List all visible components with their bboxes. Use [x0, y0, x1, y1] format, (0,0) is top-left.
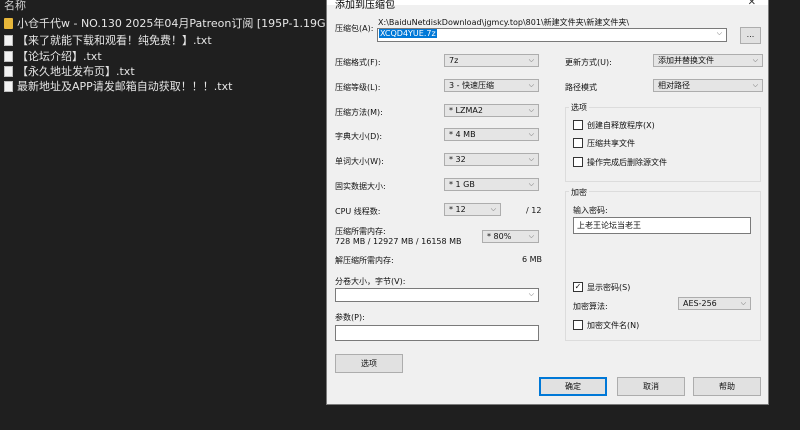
browse-button[interactable]: ...: [740, 27, 761, 44]
add-to-archive-dialog: 添加到压缩包 ✕ 压缩包(A): X:\BaiduNetdiskDownload…: [326, 0, 769, 405]
delete-after-label: 操作完成后删除源文件: [587, 158, 667, 167]
solid-value: * 1 GB: [449, 180, 475, 189]
chevron-down-icon: ⌵: [752, 56, 758, 64]
chevron-down-icon: ⌵: [528, 130, 534, 138]
solid-label: 固实数据大小:: [335, 182, 386, 191]
chevron-down-icon: ⌵: [490, 205, 496, 213]
mem-select[interactable]: * 80% ⌵: [482, 230, 539, 243]
word-select[interactable]: * 32 ⌵: [444, 153, 539, 166]
update-label: 更新方式(U):: [565, 58, 612, 67]
options-button[interactable]: 选项: [335, 354, 403, 373]
archive-label: 压缩包(A):: [335, 24, 374, 33]
list-item[interactable]: 【论坛介绍】.txt: [4, 48, 102, 64]
name-column-header[interactable]: 名称: [4, 0, 26, 13]
encrypt-names-checkbox[interactable]: [573, 320, 583, 330]
options-group-title: 选项: [569, 102, 589, 113]
list-item-label: 【论坛介绍】.txt: [17, 50, 102, 63]
chevron-down-icon: ⌵: [528, 180, 534, 188]
list-item-label: 最新地址及APP请发邮箱自动获取！！！.txt: [17, 80, 233, 93]
word-label: 单词大小(W):: [335, 157, 384, 166]
text-file-icon: [4, 65, 13, 77]
list-item-label: 【来了就能下载和观看！纯免费！】.txt: [17, 34, 212, 47]
archive-name-input[interactable]: XCQD4YUE.7z ⌵: [377, 28, 727, 42]
mem-detail: 728 MB / 12927 MB / 16158 MB: [335, 237, 462, 246]
list-item-label: 小仓千代w - NO.130 2025年04月Patreon订阅 [195P-1…: [17, 17, 338, 30]
chevron-down-icon[interactable]: ⌵: [717, 29, 722, 38]
text-file-icon: [4, 34, 13, 46]
chevron-down-icon: ⌵: [528, 155, 534, 163]
solid-select[interactable]: * 1 GB ⌵: [444, 178, 539, 191]
chevron-down-icon: ⌵: [752, 81, 758, 89]
close-icon[interactable]: ✕: [748, 0, 756, 8]
threads-value: * 12: [449, 205, 466, 214]
enc-method-label: 加密算法:: [573, 302, 608, 311]
chevron-down-icon: ⌵: [528, 106, 534, 114]
enc-method-select[interactable]: AES-256 ⌵: [678, 297, 751, 310]
method-value: * LZMA2: [449, 106, 483, 115]
update-select[interactable]: 添加并替换文件 ⌵: [653, 54, 763, 67]
split-label: 分卷大小，字节(V):: [335, 277, 406, 286]
params-input[interactable]: [335, 325, 539, 341]
password-value: 上老王论坛当老王: [577, 221, 641, 230]
dialog-title: 添加到压缩包: [335, 0, 395, 11]
mem-value: * 80%: [487, 232, 512, 241]
decomp-value: 6 MB: [522, 255, 543, 264]
list-item[interactable]: 【来了就能下载和观看！纯免费！】.txt: [4, 32, 212, 48]
delete-after-checkbox[interactable]: [573, 157, 583, 167]
text-file-icon: [4, 50, 13, 62]
chevron-down-icon: ⌵: [528, 232, 534, 240]
sfx-label: 创建自释放程序(X): [587, 121, 655, 130]
threads-max: / 12: [526, 206, 542, 215]
split-size-input[interactable]: ⌵: [335, 288, 539, 302]
format-value: 7z: [449, 56, 459, 65]
list-item[interactable]: 【永久地址发布页】.txt: [4, 63, 135, 79]
update-value: 添加并替换文件: [658, 56, 714, 65]
password-label: 输入密码:: [573, 206, 608, 215]
encrypt-names-label: 加密文件名(N): [587, 321, 640, 330]
password-input[interactable]: 上老王论坛当老王: [573, 217, 751, 234]
shared-checkbox[interactable]: [573, 138, 583, 148]
params-label: 参数(P):: [335, 313, 365, 322]
mem-label: 压缩所需内存:: [335, 227, 386, 236]
text-file-icon: [4, 80, 13, 92]
help-button[interactable]: 帮助: [693, 377, 761, 396]
method-select[interactable]: * LZMA2 ⌵: [444, 104, 539, 117]
chevron-down-icon: ⌵: [740, 299, 746, 307]
folder-icon: [4, 17, 13, 29]
list-item[interactable]: 最新地址及APP请发邮箱自动获取！！！.txt: [4, 78, 232, 94]
level-label: 压缩等级(L):: [335, 83, 381, 92]
path-label: 路径模式: [565, 83, 597, 92]
archive-name-value: XCQD4YUE.7z: [379, 29, 437, 38]
show-password-label: 显示密码(S): [587, 283, 631, 292]
method-label: 压缩方法(M):: [335, 108, 383, 117]
dict-value: * 4 MB: [449, 130, 476, 139]
format-select[interactable]: 7z ⌵: [444, 54, 539, 67]
format-label: 压缩格式(F):: [335, 58, 381, 67]
threads-select[interactable]: * 12 ⌵: [444, 203, 501, 216]
cancel-button[interactable]: 取消: [617, 377, 685, 396]
ok-button[interactable]: 确定: [539, 377, 607, 396]
encryption-group-title: 加密: [569, 187, 589, 198]
show-password-checkbox[interactable]: ✓: [573, 282, 583, 292]
sfx-checkbox[interactable]: [573, 120, 583, 130]
shared-label: 压缩共享文件: [587, 139, 635, 148]
list-item-label: 【永久地址发布页】.txt: [17, 65, 135, 78]
chevron-down-icon: ⌵: [528, 81, 534, 89]
path-select[interactable]: 相对路径 ⌵: [653, 79, 763, 92]
file-list: 名称 小仓千代w - NO.130 2025年04月Patreon订阅 [195…: [0, 0, 337, 430]
word-value: * 32: [449, 155, 466, 164]
chevron-down-icon: ⌵: [528, 56, 534, 64]
list-item[interactable]: 小仓千代w - NO.130 2025年04月Patreon订阅 [195P-1…: [4, 15, 337, 31]
path-value: 相对路径: [658, 81, 690, 90]
dict-label: 字典大小(D):: [335, 132, 383, 141]
decomp-label: 解压缩所需内存:: [335, 256, 394, 265]
archive-path: X:\BaiduNetdiskDownload\jgmcy.top\801\新建…: [378, 18, 630, 27]
level-select[interactable]: 3 - 快速压缩 ⌵: [444, 79, 539, 92]
threads-label: CPU 线程数:: [335, 207, 381, 216]
chevron-down-icon: ⌵: [528, 290, 534, 298]
dict-select[interactable]: * 4 MB ⌵: [444, 128, 539, 141]
enc-method-value: AES-256: [683, 299, 717, 308]
level-value: 3 - 快速压缩: [449, 81, 495, 90]
